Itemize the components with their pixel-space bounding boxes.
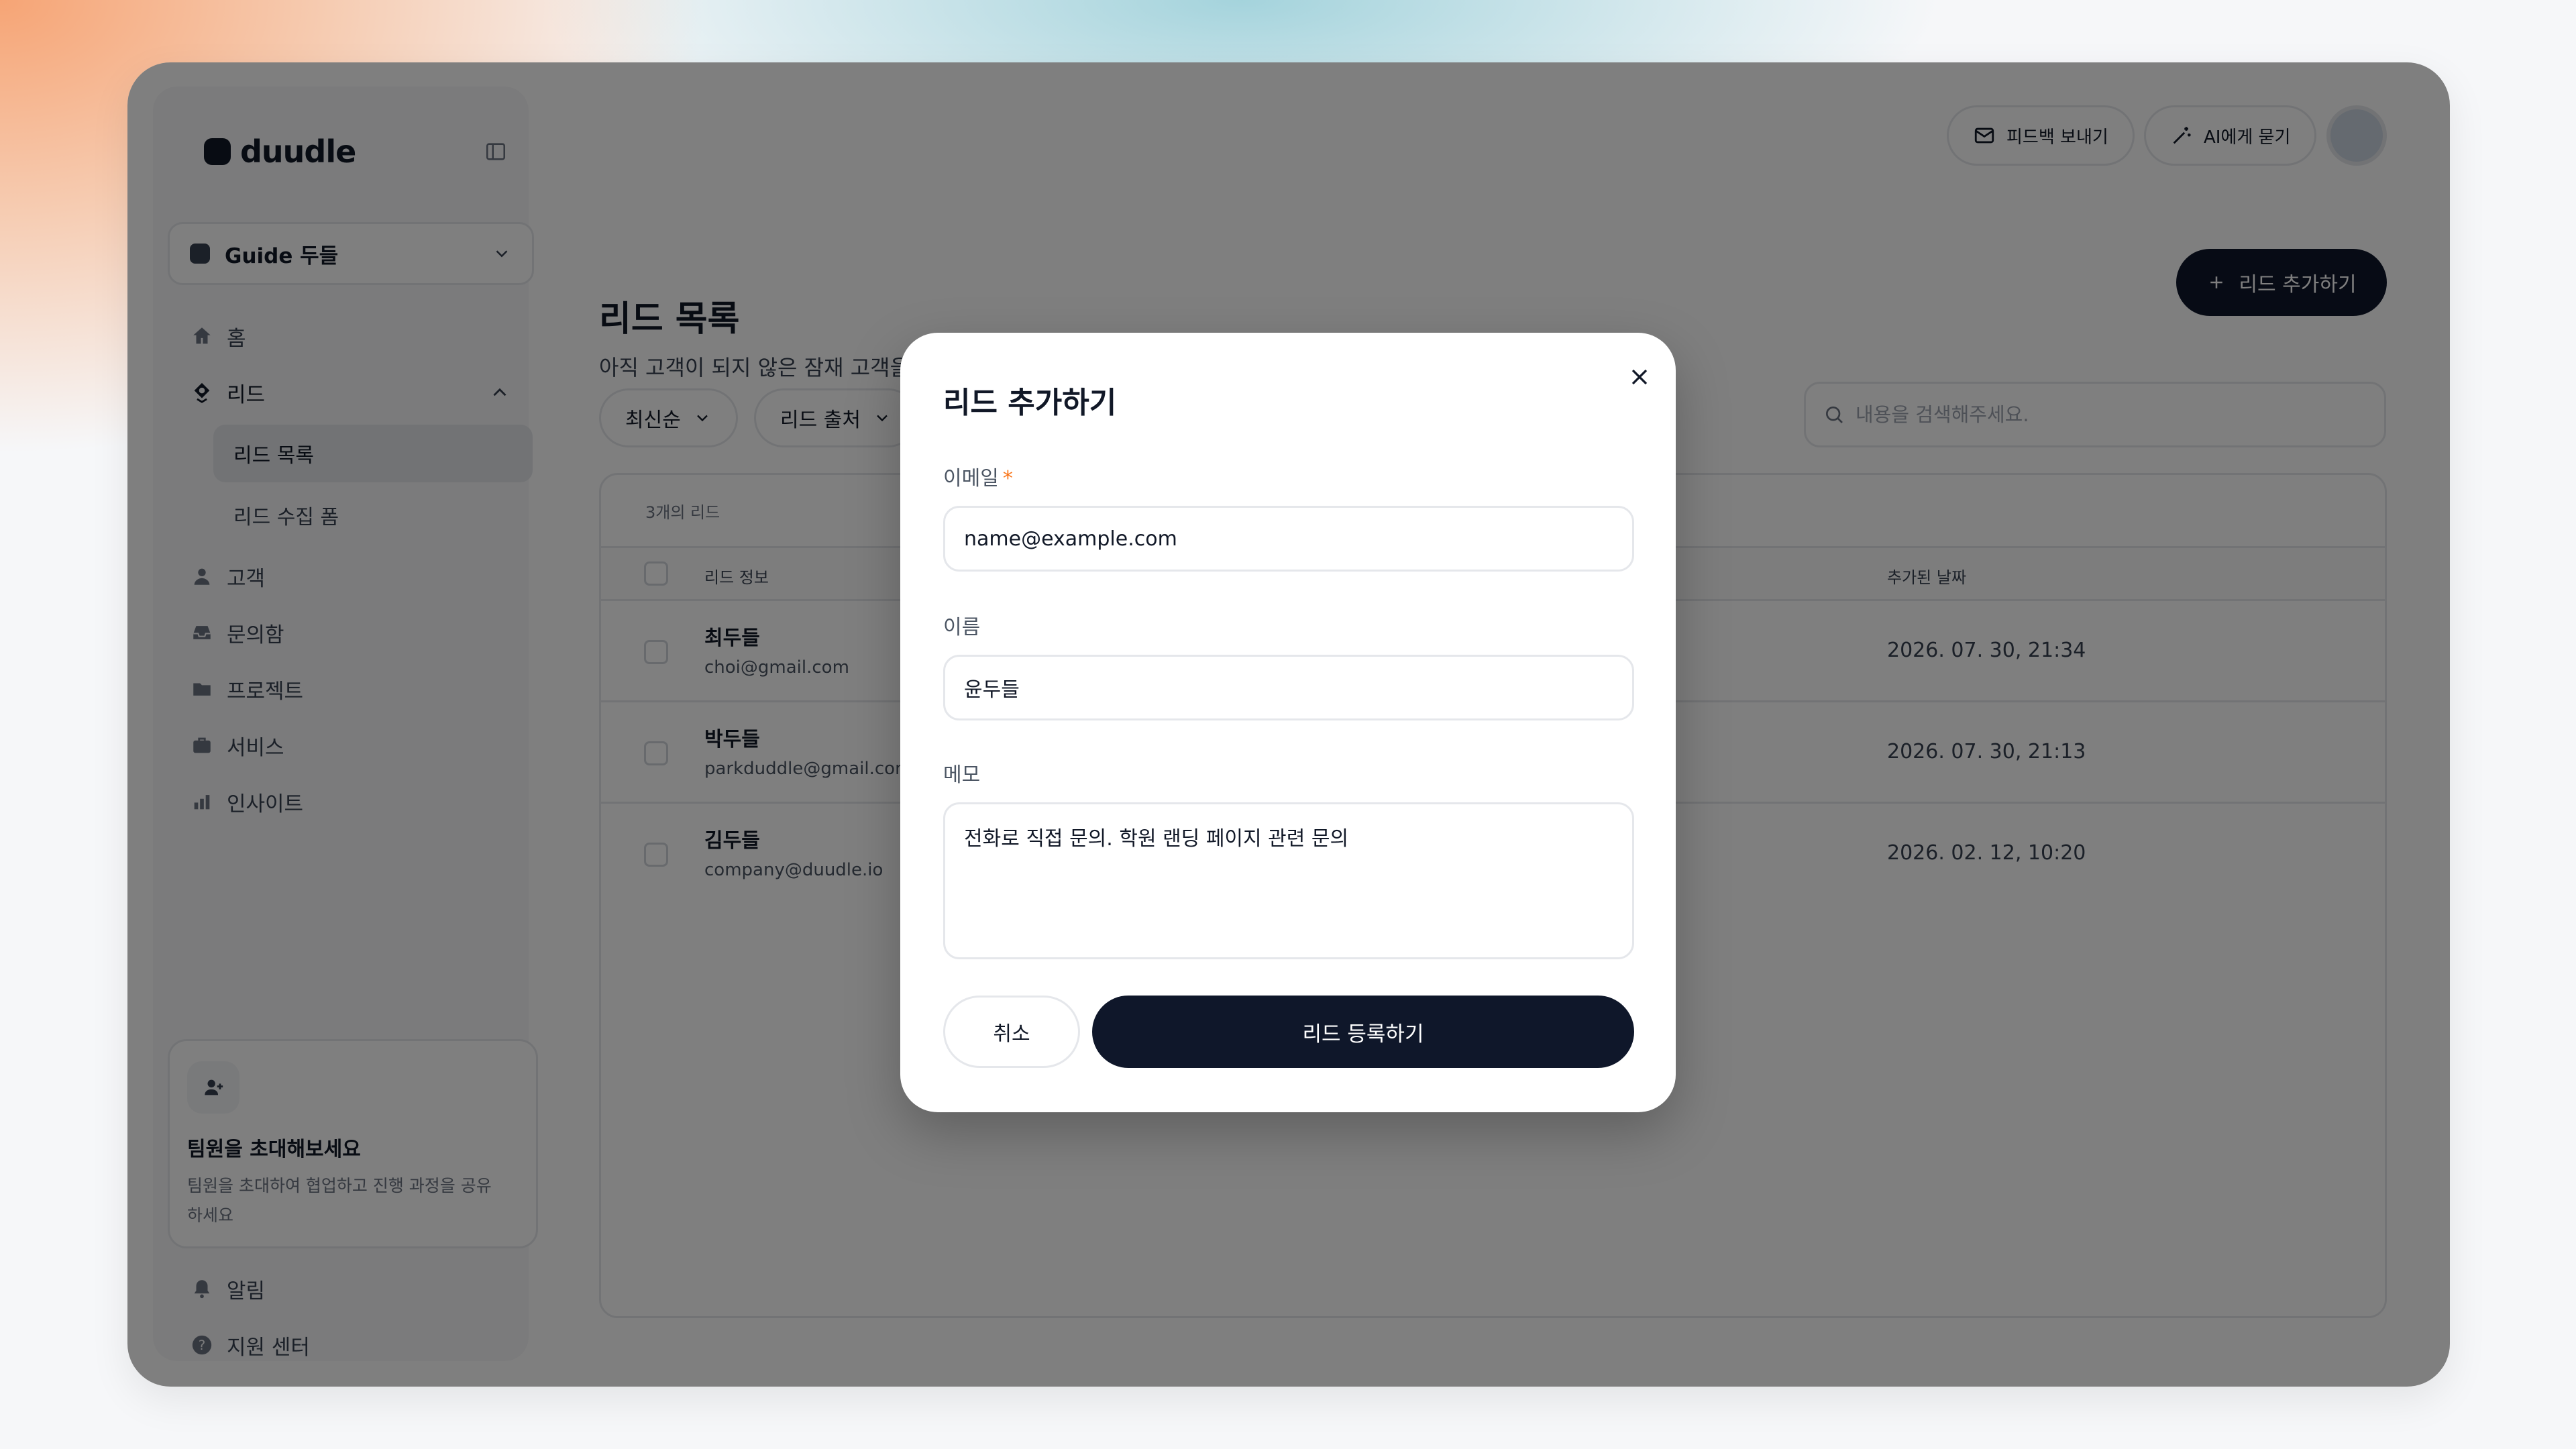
email-label-text: 이메일 xyxy=(943,467,999,490)
name-field[interactable] xyxy=(964,676,1613,700)
email-label: 이메일 * xyxy=(943,462,1013,491)
email-field-box[interactable] xyxy=(943,506,1634,572)
memo-label: 메모 xyxy=(943,763,981,787)
close-icon[interactable] xyxy=(1619,357,1660,397)
name-label: 이름 xyxy=(943,616,981,639)
email-field[interactable] xyxy=(964,527,1613,551)
memo-field-box[interactable]: 전화로 직접 문의. 학원 랜딩 페이지 관련 문의 xyxy=(943,802,1634,959)
add-lead-modal: 리드 추가하기 이메일* 이름 메모 전화로 직접 문의. 학원 랜딩 페이지 … xyxy=(900,333,1676,1112)
memo-field[interactable]: 전화로 직접 문의. 학원 랜딩 페이지 관련 문의 xyxy=(964,822,1613,940)
modal-title: 리드 추가하기 xyxy=(943,386,1117,420)
submit-lead-button[interactable]: 리드 등록하기 xyxy=(1092,996,1634,1068)
required-mark: * xyxy=(1002,467,1013,490)
name-field-box[interactable] xyxy=(943,655,1634,720)
cancel-button[interactable]: 취소 xyxy=(943,996,1080,1068)
